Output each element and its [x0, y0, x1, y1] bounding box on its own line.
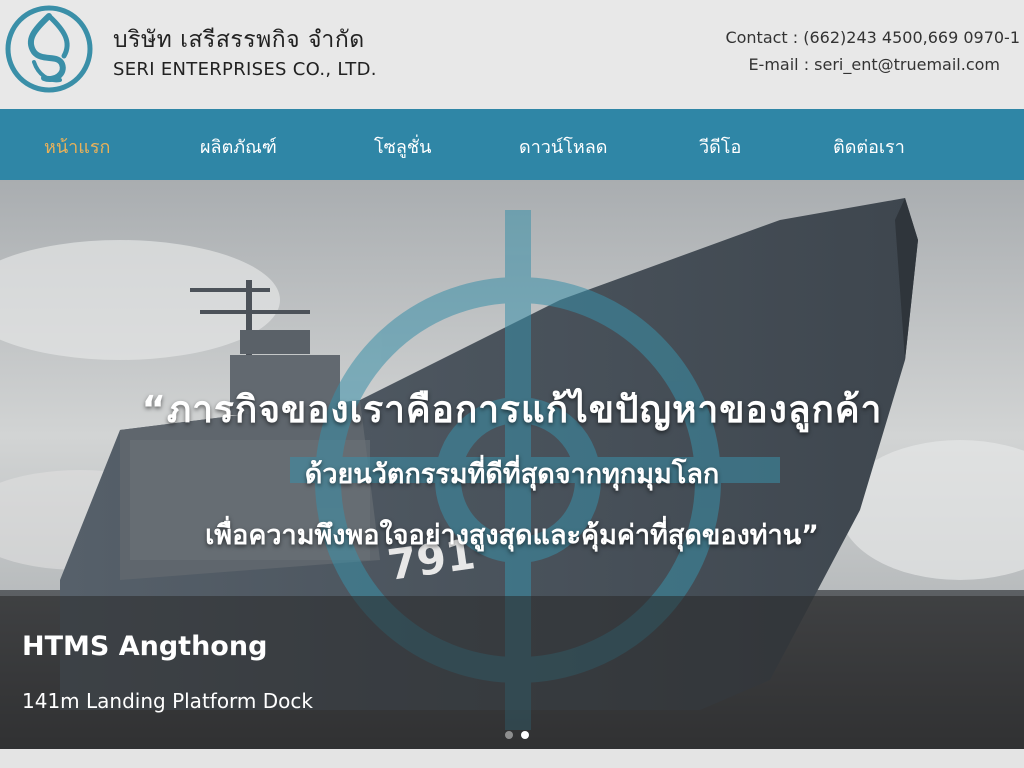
page-bottom-strip [0, 749, 1024, 768]
nav-item-video[interactable]: วีดีโอ [699, 132, 741, 161]
seri-logo-icon[interactable] [4, 4, 94, 94]
nav-item-products[interactable]: ผลิตภัณฑ์ [200, 132, 277, 161]
slide-caption-subtitle: 141m Landing Platform Dock [22, 689, 313, 713]
contact-email[interactable]: E-mail : seri_ent@truemail.com [640, 55, 1000, 74]
slide-caption-bar [0, 596, 1024, 749]
company-name-english: SERI ENTERPRISES CO., LTD. [113, 59, 377, 80]
contact-phone: Contact : (662)243 4500,669 0970-1 [725, 28, 1020, 47]
slider-dot-2[interactable] [521, 731, 529, 739]
nav-item-solutions[interactable]: โซลูชั่น [374, 132, 431, 161]
hero-slogan-line-2: ด้วยนวัตกรรมที่ดีที่สุดจากทุกมุมโลก [304, 459, 720, 490]
nav-item-home[interactable]: หน้าแรก [44, 132, 110, 161]
hero-slogan-line-1: “ภารกิจของเราคือการแก้ไขปัญหาของลูกค้า [141, 388, 883, 431]
main-nav: หน้าแรก ผลิตภัณฑ์ โซลูชั่น ดาวน์โหลด วีด… [0, 109, 1024, 180]
company-name-thai: บริษัท เสรีสรรพกิจ จำกัด [113, 27, 365, 53]
nav-item-contact[interactable]: ติดต่อเรา [833, 132, 905, 161]
hero-slogan-line-3: เพื่อความพึงพอใจอย่างสูงสุดและคุ้มค่าที่… [205, 520, 819, 551]
slider-dot-1[interactable] [505, 731, 513, 739]
slide-caption-title: HTMS Angthong [22, 631, 268, 662]
nav-item-download[interactable]: ดาวน์โหลด [519, 132, 607, 161]
slider-dots [505, 731, 535, 741]
site-header: บริษัท เสรีสรรพกิจ จำกัด SERI ENTERPRISE… [0, 0, 1024, 109]
hero-slider[interactable]: 791 “ภารกิจของเราคือการแก้ไขปัญหาของลูกค… [0, 180, 1024, 749]
